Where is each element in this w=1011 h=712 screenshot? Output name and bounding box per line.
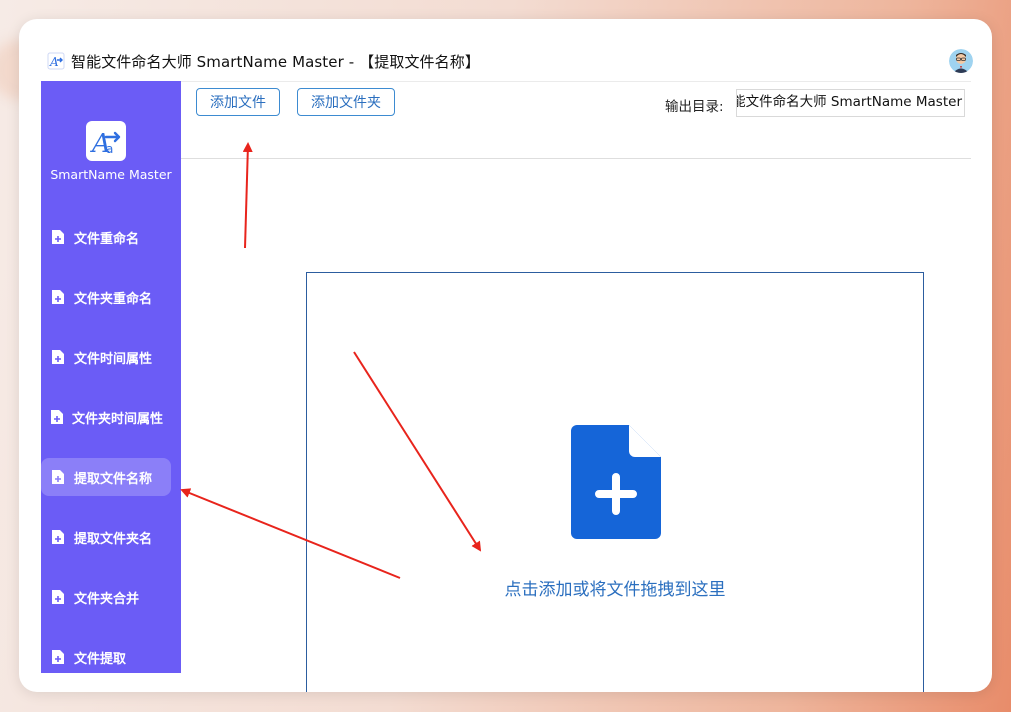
file-drop-zone[interactable]: 点击添加或将文件拖拽到这里 (306, 272, 924, 692)
sidebar-item-label: 文件重命名 (74, 231, 140, 247)
smartname-logo-icon: A a (90, 129, 121, 159)
sidebar-item-label: 提取文件名称 (74, 471, 153, 487)
file-plus-icon (52, 470, 64, 484)
file-plus-icon (52, 530, 64, 544)
sidebar-item-file-extract[interactable]: 文件提取 (41, 638, 171, 676)
toolbar-divider (181, 158, 971, 159)
file-plus-icon (52, 590, 64, 604)
avatar-icon (949, 49, 973, 73)
sidebar-item-folder-merge[interactable]: 文件夹合并 (41, 578, 171, 616)
title-bar: A 智能文件命名大师 SmartName Master - 【提取文件名称】 (41, 41, 973, 82)
sidebar-item-file-time-attributes[interactable]: 文件时间属性 (41, 338, 171, 376)
sidebar-item-file-rename[interactable]: 文件重命名 (41, 218, 171, 256)
add-folder-button[interactable]: 添加文件夹 (297, 88, 395, 116)
file-plus-icon (51, 410, 63, 424)
app-logo-icon: A (47, 52, 65, 70)
user-avatar[interactable] (949, 49, 973, 73)
sidebar-item-label: 文件时间属性 (74, 351, 153, 367)
sidebar-item-label: 文件提取 (74, 651, 127, 667)
add-file-icon (571, 425, 661, 539)
sidebar-logo-text: SmartName Master (50, 167, 172, 182)
sidebar-logo: A a (86, 121, 126, 161)
file-plus-icon (52, 350, 64, 364)
output-directory-value: 智能文件命名大师 SmartName Master (736, 94, 962, 110)
sidebar-item-extract-folder-names[interactable]: 提取文件夹名 (41, 518, 171, 556)
sidebar-item-label: 文件夹合并 (74, 591, 140, 607)
output-directory-field[interactable]: 智能文件命名大师 SmartName Master (736, 89, 965, 117)
svg-text:A: A (49, 55, 59, 69)
sidebar-item-label: 文件夹时间属性 (72, 411, 164, 427)
drop-zone-hint: 点击添加或将文件拖拽到这里 (504, 580, 726, 600)
window-title: 智能文件命名大师 SmartName Master - 【提取文件名称】 (71, 52, 480, 71)
output-directory-label: 输出目录: (665, 99, 724, 115)
sidebar-item-extract-file-names[interactable]: 提取文件名称 (41, 458, 171, 496)
file-plus-icon (52, 650, 64, 664)
sidebar-item-folder-rename[interactable]: 文件夹重命名 (41, 278, 171, 316)
file-plus-icon (52, 290, 64, 304)
svg-text:a: a (106, 142, 113, 156)
sidebar-item-label: 文件夹重命名 (74, 291, 153, 307)
add-file-button[interactable]: 添加文件 (196, 88, 280, 116)
sidebar-item-label: 提取文件夹名 (74, 531, 153, 547)
app-window: A 智能文件命名大师 SmartName Master - 【提取文件名称】 A… (19, 19, 992, 692)
sidebar-item-folder-time-attributes[interactable]: 文件夹时间属性 (41, 398, 171, 436)
sidebar: A a SmartName Master 文件重命名 文件夹重命名 文件时间属性… (41, 81, 181, 673)
file-plus-icon (52, 230, 64, 244)
